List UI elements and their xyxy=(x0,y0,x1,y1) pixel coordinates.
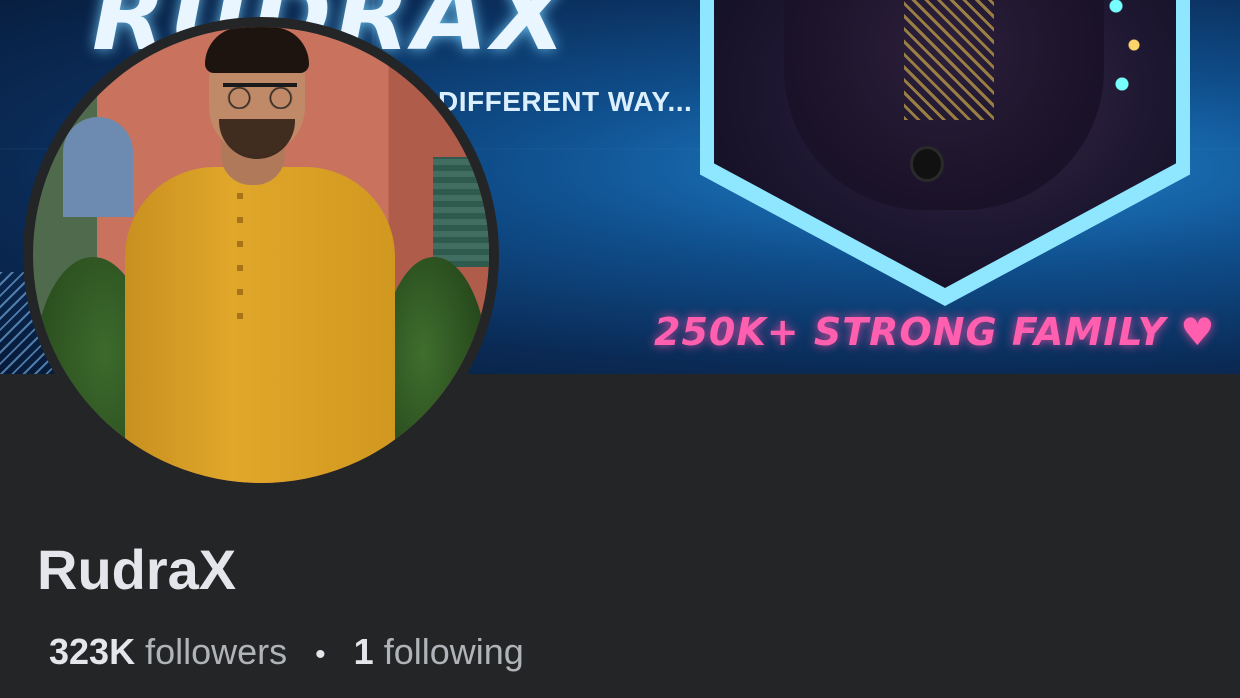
profile-avatar[interactable] xyxy=(33,27,489,483)
profile-name: RudraX xyxy=(37,538,237,601)
avatar-bg-window-right xyxy=(433,157,489,267)
cover-embroidery-detail xyxy=(904,0,994,120)
followers-label: followers xyxy=(145,631,288,672)
cover-watch xyxy=(910,146,944,182)
followers-count: 323K xyxy=(49,631,136,672)
avatar-bg-bush-right xyxy=(379,257,489,483)
following-label: following xyxy=(383,631,524,672)
cover-tagline-text: DIFFERENT WAY... xyxy=(438,86,693,117)
avatar-kurta xyxy=(125,167,395,483)
profile-stats: 323K followers • 1 following xyxy=(49,630,524,673)
followers-link[interactable]: 323K followers xyxy=(49,631,287,672)
avatar-bg-window-left xyxy=(63,117,133,217)
stats-separator: • xyxy=(315,638,326,671)
cover-family-banner: 250K+ STRONG FAMILY ♥ xyxy=(654,310,1216,354)
following-link[interactable]: 1 following xyxy=(354,631,524,672)
avatar-kurta-buttons xyxy=(237,187,243,337)
cover-lights-decoration xyxy=(1098,0,1158,110)
avatar-glasses xyxy=(223,83,297,109)
avatar-hair xyxy=(205,27,309,73)
following-count: 1 xyxy=(353,631,374,672)
